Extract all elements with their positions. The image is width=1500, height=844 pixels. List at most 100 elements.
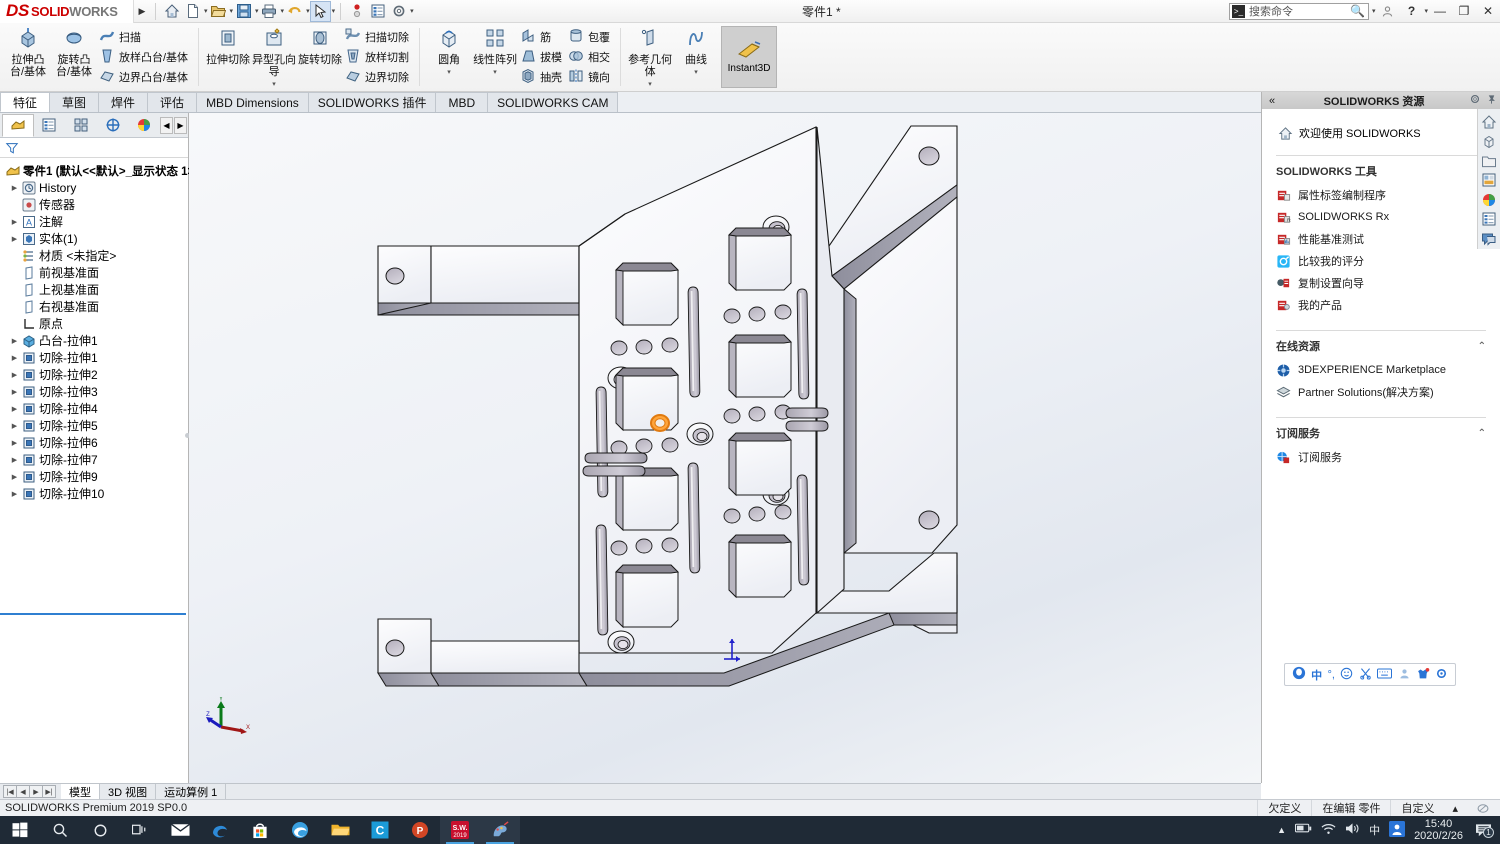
save-icon[interactable] [233,1,254,22]
section-title-row[interactable]: SOLIDWORKS 工具 ⌃ [1276,163,1486,184]
task-item-copy-settings-wizard[interactable]: 复制设置向导 [1276,272,1486,294]
file-explorer-icon[interactable] [320,816,360,844]
boundary-boss-button[interactable]: 边界凸台/基体 [97,67,192,87]
property-manager-tab[interactable] [34,114,66,137]
tree-item-solid-bodies[interactable]: ▶ 实体(1) [3,230,188,247]
linear-pattern-caret-icon[interactable]: ▾ [493,67,497,79]
status-customize-caret-icon[interactable]: ▴ [1444,800,1466,816]
fillet-button[interactable]: 圆角 ▾ [426,23,472,91]
expand-arrow-icon[interactable]: ▶ [9,473,20,481]
task-item-3dexperience-marketplace[interactable]: 3DEXPERIENCE Marketplace [1276,359,1486,381]
instant3d-button[interactable]: Instant3D [721,26,778,88]
section-title-row[interactable]: 在线资源 ⌃ [1276,338,1486,359]
task-item-subscription-services[interactable]: 订阅服务 [1276,446,1486,468]
tree-item-history[interactable]: ▶ History [3,179,188,196]
cad-app-icon[interactable]: C [360,816,400,844]
task-pane-home-icon[interactable] [1480,113,1499,131]
nav-next-button[interactable]: ▶ [29,785,43,798]
paint-3d-icon[interactable] [480,816,520,844]
revolve-boss-button[interactable]: 旋转凸台/基体 [51,23,97,91]
tree-item-right-plane[interactable]: 右视基准面 [3,298,188,315]
emoji-icon[interactable] [1340,667,1353,683]
boundary-cut-button[interactable]: 边界切除 [343,67,413,87]
home-icon[interactable] [161,1,182,22]
reference-geometry-caret-icon[interactable]: ▾ [648,79,652,91]
options-gear-icon[interactable] [388,1,409,22]
search-magnifier-icon[interactable]: 🔍 [1350,4,1368,18]
doc-tab-model[interactable]: 模型 [61,784,100,799]
menu-expand-arrow-icon[interactable]: ▶ [134,6,150,17]
tab-features[interactable]: 特征 [0,92,51,112]
appearances-scenes-icon[interactable] [1480,191,1499,209]
tab-weldments[interactable]: 焊件 [98,92,149,112]
soft-keyboard-icon[interactable] [1377,668,1393,682]
revolved-cut-button[interactable]: 旋转切除 [297,23,343,91]
close-button[interactable]: ✕ [1476,0,1500,22]
tree-item-top-plane[interactable]: 上视基准面 [3,281,188,298]
expand-arrow-icon[interactable]: ▶ [9,371,20,379]
section-title-row[interactable]: 订阅服务 ⌃ [1276,425,1486,446]
view-palette-icon[interactable] [1480,171,1499,189]
start-button-icon[interactable] [0,816,40,844]
task-item-partner-solutions[interactable]: Partner Solutions(解决方案) [1276,381,1486,403]
feature-tree-filter[interactable] [0,138,188,158]
skin-icon[interactable] [1416,667,1430,683]
powerpoint-icon[interactable]: P [400,816,440,844]
hole-wizard-button[interactable]: 异型孔向导 ▾ [251,23,297,91]
tree-item-cut-extrude6[interactable]: ▶ 切除-拉伸6 [3,434,188,451]
mirror-button[interactable]: 镜向 [566,67,614,87]
edge-legacy-icon[interactable] [200,816,240,844]
cortana-icon[interactable] [80,816,120,844]
restore-button[interactable]: ❐ [1452,0,1476,22]
search-input[interactable]: 搜索命令 [1249,3,1293,19]
custom-properties-icon[interactable] [1480,210,1499,228]
tree-item-origin[interactable]: 原点 [3,315,188,332]
rollback-bar[interactable] [0,613,186,615]
rib-button[interactable]: 筋 [518,27,566,47]
rebuild-icon[interactable] [346,1,367,22]
expand-arrow-icon[interactable]: ▶ [9,388,20,396]
welcome-row[interactable]: 欢迎使用 SOLIDWORKS [1276,119,1486,153]
tab-sketch[interactable]: 草图 [49,92,100,112]
task-item-property-tab-builder[interactable]: 属性标签编制程序 [1276,184,1486,206]
expand-arrow-icon[interactable]: ▶ [9,405,20,413]
nav-last-button[interactable]: ▶| [42,785,56,798]
wifi-icon[interactable] [1321,823,1336,838]
loft-boss-button[interactable]: 放样凸台/基体 [97,47,192,67]
search-icon[interactable] [40,816,80,844]
select-cursor-icon[interactable] [309,0,331,22]
task-pane-pin-icon[interactable] [1483,94,1500,108]
task-pane-options-gear-icon[interactable] [1466,93,1483,108]
screenshot-scissors-icon[interactable] [1359,667,1372,683]
lofted-cut-button[interactable]: 放样切割 [343,47,413,67]
expand-arrow-icon[interactable]: ▶ [9,184,20,192]
sweep-button[interactable]: 扫描 [97,27,192,47]
tab-evaluate[interactable]: 评估 [147,92,198,112]
open-folder-icon[interactable] [208,1,229,22]
tree-item-cut-extrude2[interactable]: ▶ 切除-拉伸2 [3,366,188,383]
task-pane-collapse-icon[interactable]: « [1262,95,1282,107]
linear-pattern-button[interactable]: 线性阵列 ▾ [472,23,518,91]
status-customize[interactable]: 自定义 [1390,800,1444,816]
design-library-icon[interactable] [1480,132,1499,150]
tree-item-material[interactable]: 材质 <未指定> [3,247,188,264]
punctuation-icon[interactable]: °, [1327,669,1334,681]
user-icon[interactable] [1398,667,1411,683]
task-item-compare-my-score[interactable]: 比较我的评分 [1276,250,1486,272]
hole-wizard-caret-icon[interactable]: ▾ [272,79,276,91]
task-item-solidworks-rx[interactable]: Rx SOLIDWORKS Rx [1276,206,1486,228]
mail-icon[interactable] [160,816,200,844]
taskbar-clock[interactable]: 15:40 2020/2/26 [1414,818,1463,842]
tree-item-cut-extrude3[interactable]: ▶ 切除-拉伸3 [3,383,188,400]
expand-arrow-icon[interactable]: ▶ [9,235,20,243]
chevron-up-icon[interactable]: ⌃ [1478,341,1486,352]
tree-item-annotations[interactable]: ▶ A 注解 [3,213,188,230]
dimxpert-manager-tab[interactable] [97,114,129,137]
fillet-caret-icon[interactable]: ▾ [447,67,451,79]
nav-first-button[interactable]: |◀ [3,785,17,798]
undo-icon[interactable] [284,1,305,22]
forum-icon[interactable] [1480,230,1499,248]
file-properties-icon[interactable] [367,1,388,22]
microsoft-store-icon[interactable] [240,816,280,844]
qq-logo-icon[interactable] [1292,666,1306,683]
